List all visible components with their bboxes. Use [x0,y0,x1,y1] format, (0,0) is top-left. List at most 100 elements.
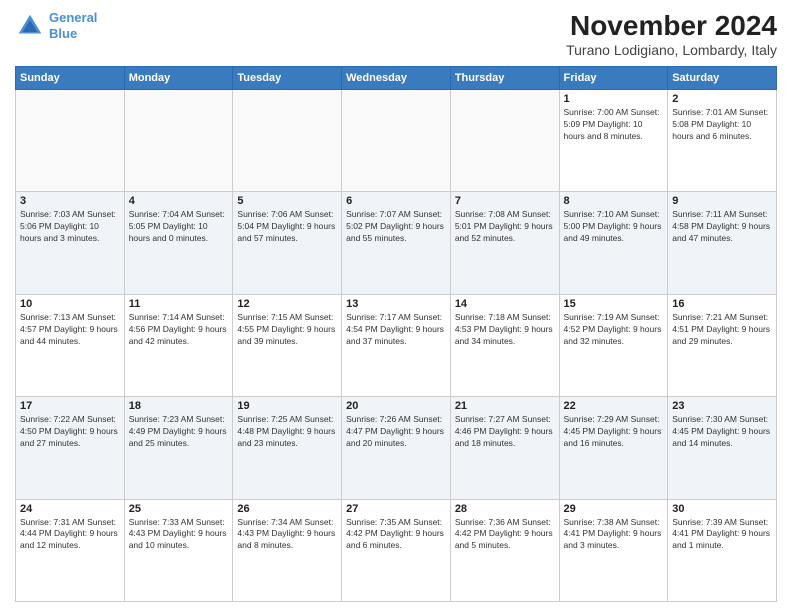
day-cell: 3 Sunrise: 7:03 AM Sunset: 5:06 PM Daylig… [16,192,125,294]
day-info: Sunrise: 7:10 AM Sunset: 5:00 PM Dayligh… [564,209,664,245]
day-info: Sunrise: 7:06 AM Sunset: 5:04 PM Dayligh… [237,209,337,245]
week-row-1: 3 Sunrise: 7:03 AM Sunset: 5:06 PM Daylig… [16,192,777,294]
logo-icon [15,11,45,41]
day-number: 12 [237,298,337,310]
day-number: 17 [20,400,120,412]
logo: General Blue [15,10,97,41]
day-cell: 20 Sunrise: 7:26 AM Sunset: 4:47 PM Dayli… [342,397,451,499]
day-number: 16 [672,298,772,310]
day-number: 21 [455,400,555,412]
week-row-2: 10Sunrise: 7:13 AM Sunset: 4:57 PM Dayli… [16,294,777,396]
day-info: Sunrise: 7:29 AM Sunset: 4:45 PM Dayligh… [564,414,664,450]
day-number: 2 [672,93,772,105]
title-block: November 2024 Turano Lodigiano, Lombardy… [566,10,777,58]
day-number: 11 [129,298,229,310]
day-info: Sunrise: 7:18 AM Sunset: 4:53 PM Dayligh… [455,312,555,348]
day-cell: 29Sunrise: 7:38 AM Sunset: 4:41 PM Dayli… [559,499,668,601]
day-number: 9 [672,195,772,207]
day-number: 5 [237,195,337,207]
day-cell: 26 Sunrise: 7:34 AM Sunset: 4:43 PM Dayli… [233,499,342,601]
day-number: 19 [237,400,337,412]
day-info: Sunrise: 7:36 AM Sunset: 4:42 PM Dayligh… [455,517,555,553]
weekday-thursday: Thursday [450,67,559,90]
day-info: Sunrise: 7:22 AM Sunset: 4:50 PM Dayligh… [20,414,120,450]
weekday-saturday: Saturday [668,67,777,90]
day-number: 24 [20,503,120,515]
week-row-4: 24 Sunrise: 7:31 AM Sunset: 4:44 PM Dayli… [16,499,777,601]
day-info: Sunrise: 7:23 AM Sunset: 4:49 PM Dayligh… [129,414,229,450]
day-cell: 11 Sunrise: 7:14 AM Sunset: 4:56 PM Dayli… [124,294,233,396]
day-cell: 2Sunrise: 7:01 AM Sunset: 5:08 PM Daylig… [668,90,777,192]
logo-line1: General [49,10,97,25]
day-cell: 18 Sunrise: 7:23 AM Sunset: 4:49 PM Dayli… [124,397,233,499]
day-cell [233,90,342,192]
day-info: Sunrise: 7:14 AM Sunset: 4:56 PM Dayligh… [129,312,229,348]
day-info: Sunrise: 7:33 AM Sunset: 4:43 PM Dayligh… [129,517,229,553]
page: General Blue November 2024 Turano Lodigi… [0,0,792,612]
location: Turano Lodigiano, Lombardy, Italy [566,42,777,58]
day-cell: 30Sunrise: 7:39 AM Sunset: 4:41 PM Dayli… [668,499,777,601]
day-info: Sunrise: 7:04 AM Sunset: 5:05 PM Dayligh… [129,209,229,245]
day-info: Sunrise: 7:17 AM Sunset: 4:54 PM Dayligh… [346,312,446,348]
day-number: 22 [564,400,664,412]
day-cell: 19 Sunrise: 7:25 AM Sunset: 4:48 PM Dayli… [233,397,342,499]
day-info: Sunrise: 7:13 AM Sunset: 4:57 PM Dayligh… [20,312,120,348]
day-info: Sunrise: 7:31 AM Sunset: 4:44 PM Dayligh… [20,517,120,553]
weekday-monday: Monday [124,67,233,90]
day-cell: 23 Sunrise: 7:30 AM Sunset: 4:45 PM Dayli… [668,397,777,499]
day-number: 25 [129,503,229,515]
day-cell: 17 Sunrise: 7:22 AM Sunset: 4:50 PM Dayli… [16,397,125,499]
calendar-body: 1Sunrise: 7:00 AM Sunset: 5:09 PM Daylig… [16,90,777,602]
day-cell: 14 Sunrise: 7:18 AM Sunset: 4:53 PM Dayli… [450,294,559,396]
day-cell: 15Sunrise: 7:19 AM Sunset: 4:52 PM Dayli… [559,294,668,396]
week-row-3: 17 Sunrise: 7:22 AM Sunset: 4:50 PM Dayli… [16,397,777,499]
day-number: 4 [129,195,229,207]
day-cell: 9 Sunrise: 7:11 AM Sunset: 4:58 PM Daylig… [668,192,777,294]
day-number: 26 [237,503,337,515]
day-cell: 8Sunrise: 7:10 AM Sunset: 5:00 PM Daylig… [559,192,668,294]
day-cell: 21 Sunrise: 7:27 AM Sunset: 4:46 PM Dayli… [450,397,559,499]
day-info: Sunrise: 7:30 AM Sunset: 4:45 PM Dayligh… [672,414,772,450]
day-info: Sunrise: 7:27 AM Sunset: 4:46 PM Dayligh… [455,414,555,450]
day-cell [16,90,125,192]
day-info: Sunrise: 7:08 AM Sunset: 5:01 PM Dayligh… [455,209,555,245]
day-number: 23 [672,400,772,412]
day-cell [450,90,559,192]
weekday-sunday: Sunday [16,67,125,90]
day-info: Sunrise: 7:26 AM Sunset: 4:47 PM Dayligh… [346,414,446,450]
day-cell: 10Sunrise: 7:13 AM Sunset: 4:57 PM Dayli… [16,294,125,396]
day-info: Sunrise: 7:15 AM Sunset: 4:55 PM Dayligh… [237,312,337,348]
day-cell: 4 Sunrise: 7:04 AM Sunset: 5:05 PM Daylig… [124,192,233,294]
day-number: 3 [20,195,120,207]
header: General Blue November 2024 Turano Lodigi… [15,10,777,58]
day-number: 14 [455,298,555,310]
day-cell: 12 Sunrise: 7:15 AM Sunset: 4:55 PM Dayli… [233,294,342,396]
day-cell: 25 Sunrise: 7:33 AM Sunset: 4:43 PM Dayli… [124,499,233,601]
day-cell: 6Sunrise: 7:07 AM Sunset: 5:02 PM Daylig… [342,192,451,294]
day-cell: 27Sunrise: 7:35 AM Sunset: 4:42 PM Dayli… [342,499,451,601]
day-cell: 24 Sunrise: 7:31 AM Sunset: 4:44 PM Dayli… [16,499,125,601]
day-info: Sunrise: 7:11 AM Sunset: 4:58 PM Dayligh… [672,209,772,245]
day-cell: 22 Sunrise: 7:29 AM Sunset: 4:45 PM Dayli… [559,397,668,499]
day-info: Sunrise: 7:00 AM Sunset: 5:09 PM Dayligh… [564,107,664,143]
day-info: Sunrise: 7:39 AM Sunset: 4:41 PM Dayligh… [672,517,772,553]
logo-line2: Blue [49,26,77,41]
day-info: Sunrise: 7:38 AM Sunset: 4:41 PM Dayligh… [564,517,664,553]
weekday-tuesday: Tuesday [233,67,342,90]
day-info: Sunrise: 7:35 AM Sunset: 4:42 PM Dayligh… [346,517,446,553]
week-row-0: 1Sunrise: 7:00 AM Sunset: 5:09 PM Daylig… [16,90,777,192]
day-cell: 16Sunrise: 7:21 AM Sunset: 4:51 PM Dayli… [668,294,777,396]
day-info: Sunrise: 7:03 AM Sunset: 5:06 PM Dayligh… [20,209,120,245]
logo-text: General Blue [49,10,97,41]
day-number: 18 [129,400,229,412]
day-number: 13 [346,298,446,310]
day-info: Sunrise: 7:19 AM Sunset: 4:52 PM Dayligh… [564,312,664,348]
day-info: Sunrise: 7:25 AM Sunset: 4:48 PM Dayligh… [237,414,337,450]
weekday-friday: Friday [559,67,668,90]
day-info: Sunrise: 7:34 AM Sunset: 4:43 PM Dayligh… [237,517,337,553]
day-number: 20 [346,400,446,412]
day-number: 7 [455,195,555,207]
day-number: 28 [455,503,555,515]
day-cell: 5 Sunrise: 7:06 AM Sunset: 5:04 PM Daylig… [233,192,342,294]
day-cell: 13 Sunrise: 7:17 AM Sunset: 4:54 PM Dayli… [342,294,451,396]
